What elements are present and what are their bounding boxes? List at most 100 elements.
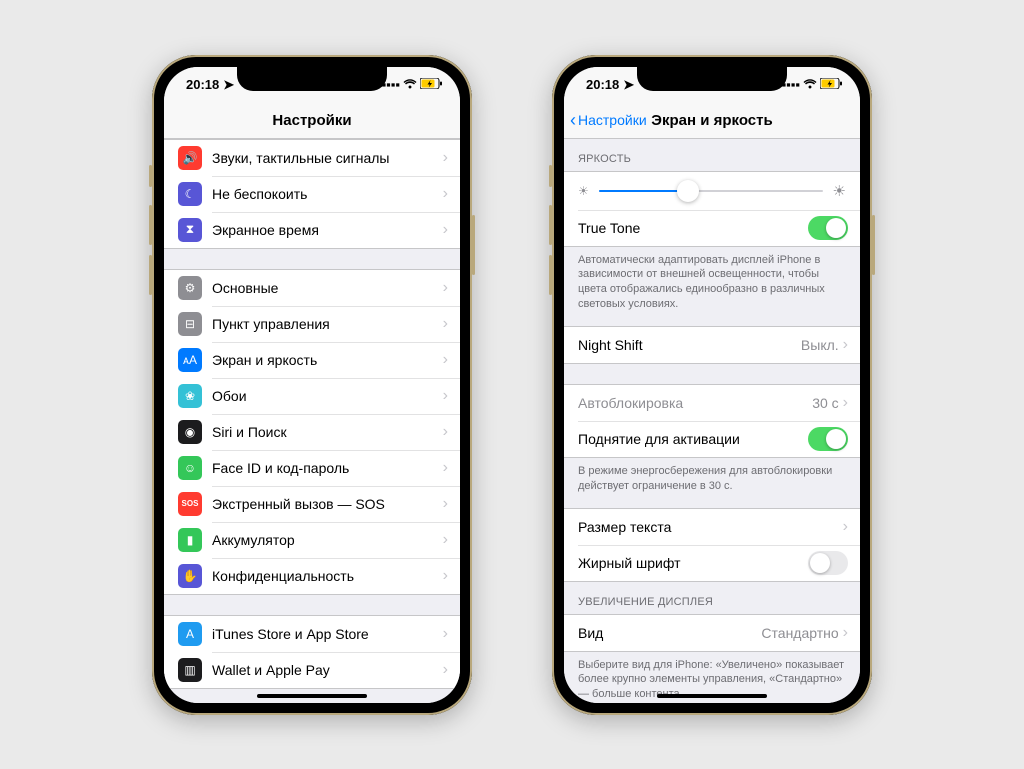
chevron-right-icon: ›	[443, 186, 448, 202]
truetone-row: True Tone	[564, 210, 860, 246]
settings-row-label: Пункт управления	[212, 316, 443, 332]
location-icon: ➤	[623, 77, 634, 93]
raisetowake-switch[interactable]	[808, 427, 848, 451]
sos-icon: SOS	[178, 492, 202, 516]
autolock-value: 30 с	[812, 395, 838, 411]
chevron-right-icon: ›	[443, 626, 448, 642]
battery-icon	[820, 77, 842, 92]
chevron-right-icon: ›	[443, 662, 448, 678]
home-indicator[interactable]	[257, 694, 367, 698]
brightness-header: ЯРКОСТЬ	[564, 139, 860, 171]
display-icon: ᴀA	[178, 348, 202, 372]
chevron-right-icon: ›	[443, 150, 448, 166]
settings-row[interactable]: SOS Экстренный вызов — SOS›	[164, 486, 460, 522]
back-button[interactable]: ‹ Настройки	[570, 110, 647, 131]
chevron-right-icon: ›	[443, 280, 448, 296]
display-settings[interactable]: ЯРКОСТЬ ☀ ☀ True Tone	[564, 139, 860, 703]
settings-row-label: Siri и Поиск	[212, 424, 443, 440]
autolock-label: Автоблокировка	[578, 395, 812, 411]
settings-row[interactable]: ☾ Не беспокоить›	[164, 176, 460, 212]
battery-icon: ▮	[178, 528, 202, 552]
chevron-right-icon: ›	[443, 532, 448, 548]
page-title: Экран и яркость	[651, 112, 772, 129]
brightness-slider[interactable]	[599, 190, 823, 192]
nightshift-value: Выкл.	[801, 337, 839, 353]
settings-row-label: Не беспокоить	[212, 186, 443, 202]
phone-left: 20:18 ➤ ▪▪▪▪ Настройки 🔊Звуки, тактильны…	[152, 55, 472, 715]
faceid-icon: ☺	[178, 456, 202, 480]
chevron-right-icon: ›	[443, 222, 448, 238]
chevron-right-icon: ›	[443, 388, 448, 404]
settings-row[interactable]: ▮ Аккумулятор›	[164, 522, 460, 558]
status-time: 20:18	[586, 77, 619, 92]
chevron-right-icon: ›	[443, 568, 448, 584]
settings-row[interactable]: ᴀA Экран и яркость›	[164, 342, 460, 378]
home-indicator[interactable]	[657, 694, 767, 698]
view-row[interactable]: Вид Стандартно ›	[564, 615, 860, 651]
chevron-right-icon: ›	[843, 395, 848, 411]
privacy-icon: ✋	[178, 564, 202, 588]
nav-bar: Настройки	[164, 103, 460, 139]
raisetowake-row: Поднятие для активации	[564, 421, 860, 457]
wifi-icon	[803, 77, 817, 92]
settings-row-label: Face ID и код-пароль	[212, 460, 443, 476]
back-label: Настройки	[578, 112, 647, 128]
settings-row-label: Wallet и Apple Pay	[212, 662, 443, 678]
chevron-right-icon: ›	[443, 424, 448, 440]
settings-list[interactable]: 🔊Звуки, тактильные сигналы› ☾ Не беспокоит…	[164, 139, 460, 703]
settings-row[interactable]: AiTunes Store и App Store›	[164, 616, 460, 652]
notch	[637, 67, 787, 91]
location-icon: ➤	[223, 77, 234, 93]
settings-row-label: Конфиденциальность	[212, 568, 443, 584]
view-value: Стандартно	[761, 625, 838, 641]
boldtext-label: Жирный шрифт	[578, 555, 808, 571]
settings-row-label: Аккумулятор	[212, 532, 443, 548]
chevron-right-icon: ›	[843, 337, 848, 353]
wifi-icon	[403, 77, 417, 92]
settings-row[interactable]: ⊟ Пункт управления›	[164, 306, 460, 342]
screentime-icon: ⧗	[178, 218, 202, 242]
chevron-right-icon: ›	[443, 352, 448, 368]
chevron-right-icon: ›	[443, 460, 448, 476]
brightness-low-icon: ☀	[578, 184, 589, 198]
textsize-label: Размер текста	[578, 519, 843, 535]
settings-row[interactable]: ◉Siri и Поиск›	[164, 414, 460, 450]
dnd-icon: ☾	[178, 182, 202, 206]
settings-row[interactable]: ⧗ Экранное время›	[164, 212, 460, 248]
phone-right: 20:18 ➤ ▪▪▪▪ ‹ Настройки Экран и яркость	[552, 55, 872, 715]
chevron-right-icon: ›	[443, 316, 448, 332]
view-label: Вид	[578, 625, 761, 641]
nightshift-label: Night Shift	[578, 337, 801, 353]
boldtext-row: Жирный шрифт	[564, 545, 860, 581]
textsize-row[interactable]: Размер текста ›	[564, 509, 860, 545]
settings-row-label: Экран и яркость	[212, 352, 443, 368]
settings-row-label: iTunes Store и App Store	[212, 626, 443, 642]
battery-icon	[420, 77, 442, 92]
settings-row-label: Экстренный вызов — SOS	[212, 496, 443, 512]
settings-row[interactable]: ❀Обои›	[164, 378, 460, 414]
truetone-footer: Автоматически адаптировать дисплей iPhon…	[564, 247, 860, 314]
notch	[237, 67, 387, 91]
raisetowake-label: Поднятие для активации	[578, 431, 808, 447]
settings-row-label: Основные	[212, 280, 443, 296]
chevron-right-icon: ›	[843, 519, 848, 535]
chevron-left-icon: ‹	[570, 110, 576, 131]
truetone-label: True Tone	[578, 220, 808, 236]
boldtext-switch[interactable]	[808, 551, 848, 575]
settings-row[interactable]: ✋ Конфиденциальность›	[164, 558, 460, 594]
settings-row-label: Экранное время	[212, 222, 443, 238]
control-icon: ⊟	[178, 312, 202, 336]
nightshift-row[interactable]: Night Shift Выкл. ›	[564, 327, 860, 363]
autolock-row[interactable]: Автоблокировка 30 с ›	[564, 385, 860, 421]
general-icon: ⚙	[178, 276, 202, 300]
settings-row[interactable]: ⚙ Основные›	[164, 270, 460, 306]
settings-row[interactable]: 🔊Звуки, тактильные сигналы›	[164, 140, 460, 176]
truetone-switch[interactable]	[808, 216, 848, 240]
appstore-icon: A	[178, 622, 202, 646]
sounds-icon: 🔊	[178, 146, 202, 170]
chevron-right-icon: ›	[843, 625, 848, 641]
settings-row[interactable]: ☺ Face ID и код-пароль›	[164, 450, 460, 486]
chevron-right-icon: ›	[443, 496, 448, 512]
zoom-header: УВЕЛИЧЕНИЕ ДИСПЛЕЯ	[564, 582, 860, 614]
settings-row[interactable]: ▥Wallet и Apple Pay›	[164, 652, 460, 688]
